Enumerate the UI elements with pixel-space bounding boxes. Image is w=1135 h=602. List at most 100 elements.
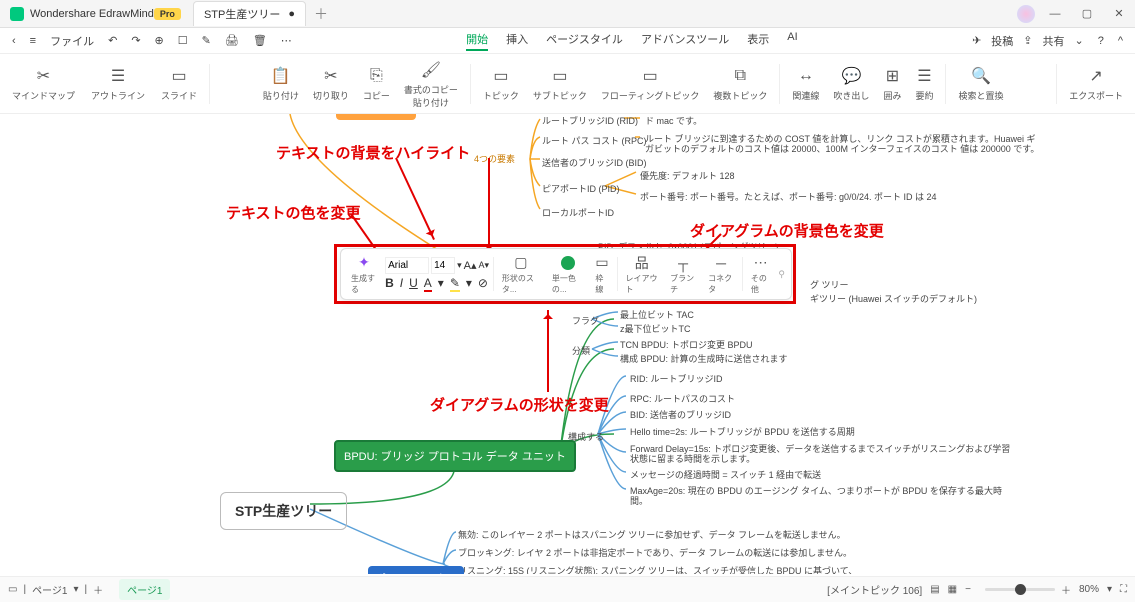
fullscreen-icon[interactable]: ⛶ (1120, 584, 1127, 595)
tool-icon[interactable]: 🗑 (249, 32, 271, 49)
topic-count: [メイントピック 106] (827, 582, 922, 597)
chevron-down-icon[interactable]: ▾ (1107, 584, 1112, 595)
txt: ポート番号: ポート番号。たとえば、ポート番号: g0/0/24. ポート ID… (640, 190, 937, 203)
node[interactable]: ルート パス コスト (RPC) (542, 134, 647, 147)
chevron-down-icon[interactable]: ⌄ (1071, 32, 1088, 49)
more[interactable]: ⋯その他 (747, 254, 775, 295)
font-increase[interactable]: A▴ (464, 259, 477, 272)
share-icon[interactable]: ⇪ (1019, 32, 1036, 49)
node[interactable]: ルートブリッジID (RID) (542, 114, 638, 127)
underline-button[interactable]: U (409, 276, 418, 292)
chevron-down-icon[interactable]: ▾ (457, 260, 462, 271)
tool-icon[interactable]: ✎ (198, 32, 215, 49)
tool-icon[interactable]: 🖨 (221, 32, 243, 49)
connector[interactable]: ─コネクタ (704, 254, 738, 295)
menu-button[interactable]: ≡ (26, 33, 40, 49)
view-icon[interactable]: ▤ (930, 584, 939, 595)
bold-button[interactable]: B (385, 276, 394, 292)
root-node[interactable]: STP生産ツリー (220, 492, 347, 530)
port-status-node[interactable]: ポートステータス (368, 566, 464, 574)
ribbon-cut[interactable]: ✂切り取り (307, 65, 355, 102)
pin-icon[interactable]: ⚲ (778, 269, 785, 280)
view-icon[interactable]: ▦ (948, 584, 957, 595)
avatar[interactable] (1017, 5, 1035, 23)
chevron-down-icon[interactable]: ▾ (73, 584, 78, 595)
bpdu-node[interactable]: BPDU: ブリッジ プロトコル データ ユニット (334, 440, 576, 472)
font-decrease[interactable]: A▾ (478, 260, 489, 271)
share-label[interactable]: 共有 (1043, 33, 1065, 49)
fontcolor-button[interactable]: A (424, 276, 432, 292)
node[interactable]: 分類 (572, 344, 590, 357)
undo-button[interactable]: ↶ (104, 32, 121, 49)
page-select[interactable]: ページ1 (32, 582, 67, 597)
tab-view[interactable]: 表示 (747, 31, 769, 51)
tool-icon[interactable]: ⋯ (277, 32, 296, 49)
zoom-in[interactable]: ＋ (1061, 582, 1071, 597)
tool-icon[interactable]: ⊕ (151, 32, 168, 49)
back-button[interactable]: ‹ (8, 33, 20, 49)
file-menu[interactable]: ファイル (46, 31, 98, 51)
size-input[interactable] (431, 257, 455, 274)
page-tab[interactable]: ページ1 (119, 579, 170, 600)
branch[interactable]: ┬ブランチ (666, 254, 700, 295)
close-button[interactable]: ✕ (1107, 7, 1131, 20)
post-label[interactable]: 投稿 (991, 33, 1013, 49)
tab-add[interactable]: ＋ (314, 4, 328, 24)
panel-icon[interactable]: ▭ (8, 584, 17, 595)
canvas[interactable]: 4つの要素 ルートブリッジID (RID) ルート パス コスト (RPC) 送… (0, 114, 1135, 574)
ribbon-callout[interactable]: 💬吹き出し (827, 65, 875, 102)
layout[interactable]: 品レイアウト (621, 254, 662, 295)
collapse-icon[interactable]: ^ (1114, 33, 1127, 49)
node[interactable]: フラグ (572, 314, 599, 327)
tab-advanced[interactable]: アドバンスツール (641, 31, 729, 51)
tab-title: STP生産ツリー (204, 6, 280, 22)
highlight-button[interactable]: ✎ (450, 276, 460, 292)
post-icon[interactable]: ✈ (968, 32, 985, 49)
ribbon-search[interactable]: 🔍検索と置換 (952, 65, 1009, 102)
border[interactable]: ▭枠線 (591, 254, 612, 295)
shape-style[interactable]: ▢形状のスタ... (498, 254, 544, 295)
font-input[interactable] (385, 257, 429, 274)
help-icon[interactable]: ? (1094, 33, 1108, 49)
zoom-slider[interactable] (985, 588, 1055, 591)
italic-button[interactable]: I (400, 276, 403, 292)
minimize-button[interactable]: — (1043, 8, 1067, 20)
tab-start[interactable]: 開始 (466, 31, 488, 51)
node[interactable]: 4つの要素 (474, 152, 515, 165)
add-page[interactable]: ＋ (93, 582, 103, 597)
tool-icon[interactable]: ☐ (174, 32, 192, 49)
ribbon-topic[interactable]: ▭トピック (477, 65, 525, 102)
ribbon-mindmap[interactable]: ✂マインドマップ (6, 65, 81, 102)
redo-button[interactable]: ↷ (127, 32, 144, 49)
ribbon-floating[interactable]: ▭フローティングトピック (595, 65, 705, 102)
ribbon-paste[interactable]: 📋貼り付け (257, 65, 305, 102)
tab-insert[interactable]: 挿入 (506, 31, 528, 51)
document-tab[interactable]: STP生産ツリー ● (193, 1, 306, 26)
node[interactable]: ピアポートID (PID) (542, 182, 620, 195)
chevron-down-icon[interactable]: ▾ (466, 276, 472, 292)
ribbon-multi[interactable]: ⧉複数トピック (707, 65, 773, 102)
ribbon-outline[interactable]: ☰アウトライン (85, 65, 151, 102)
txt: TCN BPDU: トポロジ変更 BPDU (620, 338, 753, 351)
ribbon-relation[interactable]: ↔関連線 (786, 65, 825, 102)
txt: メッセージの経過時間 = スイッチ 1 経由で転送 (630, 468, 821, 481)
node[interactable]: ローカルポートID (542, 206, 614, 219)
ribbon-summary[interactable]: ☰要約 (909, 65, 939, 102)
ribbon-subtopic[interactable]: ▭サブトピック (527, 65, 593, 102)
maximize-button[interactable]: ▢ (1075, 7, 1099, 20)
zoom-out[interactable]: − (965, 584, 971, 595)
top-node[interactable] (336, 114, 416, 120)
fill-color[interactable]: 単一色の... (548, 254, 588, 295)
chevron-down-icon[interactable]: ▾ (438, 276, 444, 292)
tab-ai[interactable]: AI (787, 31, 797, 51)
ai-generate[interactable]: ✦生成する (347, 254, 381, 295)
ribbon-formatcopy[interactable]: 🖌書式のコピー 貼り付け (398, 59, 464, 109)
ribbon-slide[interactable]: ▭スライド (155, 65, 203, 102)
ribbon-boundary[interactable]: ⊞囲み (877, 65, 907, 102)
ribbon-export[interactable]: ↗エクスポート (1063, 65, 1129, 102)
clear-format[interactable]: ⊘ (478, 276, 488, 292)
ribbon-copy[interactable]: ⎘コピー (357, 65, 396, 102)
menu-tabs: 開始 挿入 ページスタイル アドバンスツール 表示 AI (466, 31, 798, 51)
tab-pagestyle[interactable]: ページスタイル (546, 31, 623, 51)
node[interactable]: 送信者のブリッジID (BID) (542, 156, 647, 169)
